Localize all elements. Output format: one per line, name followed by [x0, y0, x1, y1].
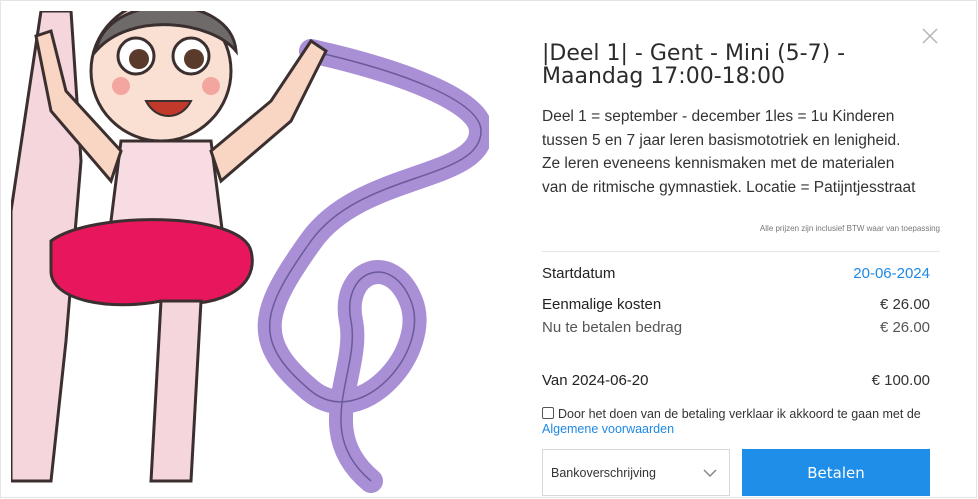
product-description: Deel 1 = september - december 1les = 1u … [542, 108, 916, 196]
divider [542, 251, 940, 252]
chevron-down-icon [703, 468, 717, 477]
recurring-price-value: € 100.00 [871, 372, 930, 389]
checkout-modal: |Deel 1| - Gent - Mini (5-7) - Maandag 1… [0, 0, 977, 498]
start-date-label: Startdatum [542, 265, 616, 282]
gymnast-illustration [11, 11, 489, 496]
payment-method-select[interactable]: Bankoverschrijving [542, 449, 730, 496]
gymnast-with-ribbon-icon [11, 11, 489, 493]
product-title: |Deel 1| - Gent - Mini (5-7) - Maandag 1… [542, 41, 846, 89]
recurring-price-label: Van 2024-06-20 [542, 372, 649, 389]
amount-due-row: Nu te betalen bedrag € 26.00 [542, 319, 930, 336]
amount-due-value: € 26.00 [879, 319, 930, 336]
payment-method-value: Bankoverschrijving [551, 465, 656, 480]
start-date-value: 20-06-2024 [853, 265, 930, 282]
pay-button[interactable]: Betalen [742, 449, 930, 496]
vat-note: Alle prijzen zijn inclusief BTW waar van… [759, 224, 940, 233]
close-icon[interactable] [920, 26, 940, 46]
terms-checkbox[interactable] [542, 407, 554, 419]
one-time-cost-value: € 26.00 [879, 296, 930, 313]
one-time-cost-row: Eenmalige kosten € 26.00 [542, 296, 930, 313]
recurring-price-row: Van 2024-06-20 € 100.00 [542, 372, 930, 389]
terms-link[interactable]: Algemene voorwaarden [542, 422, 674, 436]
terms-text: Door het doen van de betaling verklaar i… [558, 407, 921, 421]
start-date-row: Startdatum 20-06-2024 [542, 265, 930, 282]
amount-due-label: Nu te betalen bedrag [542, 319, 683, 336]
one-time-cost-label: Eenmalige kosten [542, 296, 662, 313]
terms-agreement: Door het doen van de betaling verklaar i… [542, 407, 942, 437]
